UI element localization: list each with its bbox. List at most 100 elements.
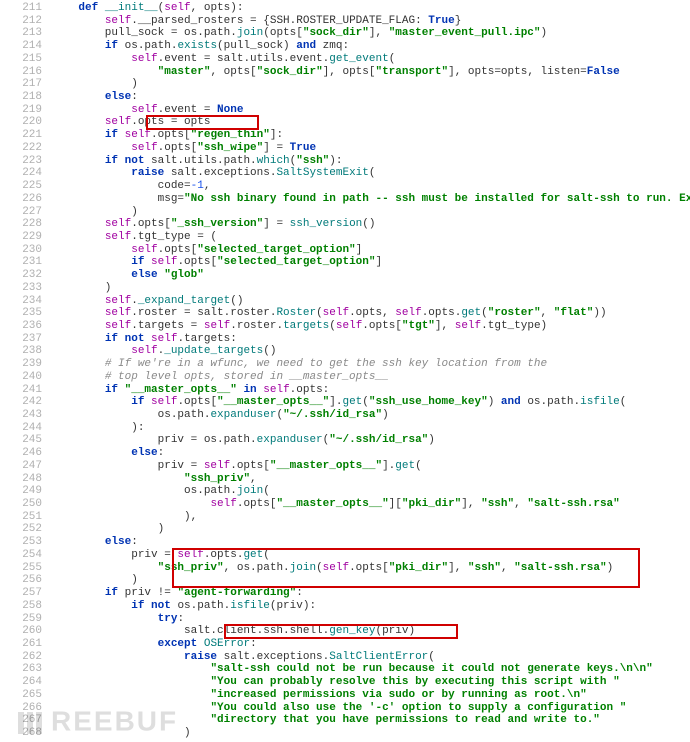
code-line: def __init__(self, opts): xyxy=(52,2,690,15)
code-line: self.event = None xyxy=(52,104,690,117)
line-number: 258 xyxy=(0,600,42,613)
code-line: raise salt.exceptions.SaltClientError( xyxy=(52,651,690,664)
line-number: 256 xyxy=(0,574,42,587)
code-line: self.tgt_type = ( xyxy=(52,231,690,244)
line-number: 214 xyxy=(0,40,42,53)
line-number: 233 xyxy=(0,282,42,295)
code-line: self.targets = self.roster.targets(self.… xyxy=(52,320,690,333)
line-number: 251 xyxy=(0,511,42,524)
line-number: 221 xyxy=(0,129,42,142)
code-line: raise salt.exceptions.SaltSystemExit( xyxy=(52,167,690,180)
code-line: pull_sock = os.path.join(opts["sock_dir"… xyxy=(52,27,690,40)
line-number: 223 xyxy=(0,155,42,168)
code-line: msg="No ssh binary found in path -- ssh … xyxy=(52,193,690,206)
watermark: REEBUF xyxy=(18,712,178,734)
line-number: 265 xyxy=(0,689,42,702)
code-line: else: xyxy=(52,91,690,104)
code-line: os.path.expanduser("~/.ssh/id_rsa") xyxy=(52,409,690,422)
code-line: if not self.targets: xyxy=(52,333,690,346)
code-line: ) xyxy=(52,574,690,587)
code-line: else "glob" xyxy=(52,269,690,282)
code-line: priv = self.opts.get( xyxy=(52,549,690,562)
line-number: 212 xyxy=(0,15,42,28)
code-line: salt.client.ssh.shell.gen_key(priv) xyxy=(52,625,690,638)
code-line: else: xyxy=(52,447,690,460)
code-line: ) xyxy=(52,78,690,91)
code-line: "ssh_priv", xyxy=(52,473,690,486)
line-number: 247 xyxy=(0,460,42,473)
code-line: self.opts["__master_opts__"]["pki_dir"],… xyxy=(52,498,690,511)
code-line: ) xyxy=(52,282,690,295)
line-number: 219 xyxy=(0,104,42,117)
line-number: 261 xyxy=(0,638,42,651)
line-number: 254 xyxy=(0,549,42,562)
line-number: 242 xyxy=(0,396,42,409)
code-line: self._update_targets() xyxy=(52,345,690,358)
code-line: ) xyxy=(52,523,690,536)
code-line: "salt-ssh could not be run because it co… xyxy=(52,663,690,676)
code-line: # If we're in a wfunc, we need to get th… xyxy=(52,358,690,371)
code-line: except OSError: xyxy=(52,638,690,651)
line-number: 218 xyxy=(0,91,42,104)
line-number: 245 xyxy=(0,434,42,447)
code-line: else: xyxy=(52,536,690,549)
line-number: 238 xyxy=(0,345,42,358)
code-line: os.path.join( xyxy=(52,485,690,498)
line-number: 211 xyxy=(0,2,42,15)
line-number: 213 xyxy=(0,27,42,40)
code-line: try: xyxy=(52,613,690,626)
line-number: 249 xyxy=(0,485,42,498)
code-line: self._expand_target() xyxy=(52,295,690,308)
line-number: 225 xyxy=(0,180,42,193)
code-line: self.__parsed_rosters = {SSH.ROSTER_UPDA… xyxy=(52,15,690,28)
line-number: 230 xyxy=(0,244,42,257)
line-number: 231 xyxy=(0,256,42,269)
code-area: def __init__(self, opts): self.__parsed_… xyxy=(48,0,690,742)
code-line: priv = os.path.expanduser("~/.ssh/id_rsa… xyxy=(52,434,690,447)
code-line: priv = self.opts["__master_opts__"].get( xyxy=(52,460,690,473)
line-number: 222 xyxy=(0,142,42,155)
line-number: 232 xyxy=(0,269,42,282)
code-line: if self.opts["regen_thin"]: xyxy=(52,129,690,142)
code-line: self.opts = opts xyxy=(52,116,690,129)
line-number: 216 xyxy=(0,66,42,79)
line-number: 220 xyxy=(0,116,42,129)
line-number: 239 xyxy=(0,358,42,371)
line-number: 259 xyxy=(0,613,42,626)
code-line: ) xyxy=(52,206,690,219)
code-line: self.roster = salt.roster.Roster(self.op… xyxy=(52,307,690,320)
code-line: if not salt.utils.path.which("ssh"): xyxy=(52,155,690,168)
line-number: 234 xyxy=(0,295,42,308)
line-number: 264 xyxy=(0,676,42,689)
code-editor: 211212213214215216217218219220221222223 2… xyxy=(0,0,690,742)
line-number: 244 xyxy=(0,422,42,435)
code-line: self.opts["ssh_wipe"] = True xyxy=(52,142,690,155)
code-line: code=-1, xyxy=(52,180,690,193)
code-line: if os.path.exists(pull_sock) and zmq: xyxy=(52,40,690,53)
line-number: 255 xyxy=(0,562,42,575)
code-line: if self.opts["selected_target_option"] xyxy=(52,256,690,269)
line-number: 262 xyxy=(0,651,42,664)
line-number: 236 xyxy=(0,320,42,333)
code-line: ): xyxy=(52,422,690,435)
line-number: 248 xyxy=(0,473,42,486)
code-line: ), xyxy=(52,511,690,524)
line-number-gutter: 211212213214215216217218219220221222223 2… xyxy=(0,0,48,742)
code-line: if self.opts["__master_opts__"].get("ssh… xyxy=(52,396,690,409)
line-number: 241 xyxy=(0,384,42,397)
code-line: "ssh_priv", os.path.join(self.opts["pki_… xyxy=(52,562,690,575)
code-line: self.opts["_ssh_version"] = ssh_version(… xyxy=(52,218,690,231)
line-number: 253 xyxy=(0,536,42,549)
line-number: 263 xyxy=(0,663,42,676)
line-number: 215 xyxy=(0,53,42,66)
line-number: 217 xyxy=(0,78,42,91)
line-number: 252 xyxy=(0,523,42,536)
code-line: self.event = salt.utils.event.get_event( xyxy=(52,53,690,66)
line-number: 260 xyxy=(0,625,42,638)
line-number: 246 xyxy=(0,447,42,460)
code-line: "increased permissions via sudo or by ru… xyxy=(52,689,690,702)
line-number: 243 xyxy=(0,409,42,422)
line-number: 235 xyxy=(0,307,42,320)
code-line: "master", opts["sock_dir"], opts["transp… xyxy=(52,66,690,79)
line-number: 227 xyxy=(0,206,42,219)
